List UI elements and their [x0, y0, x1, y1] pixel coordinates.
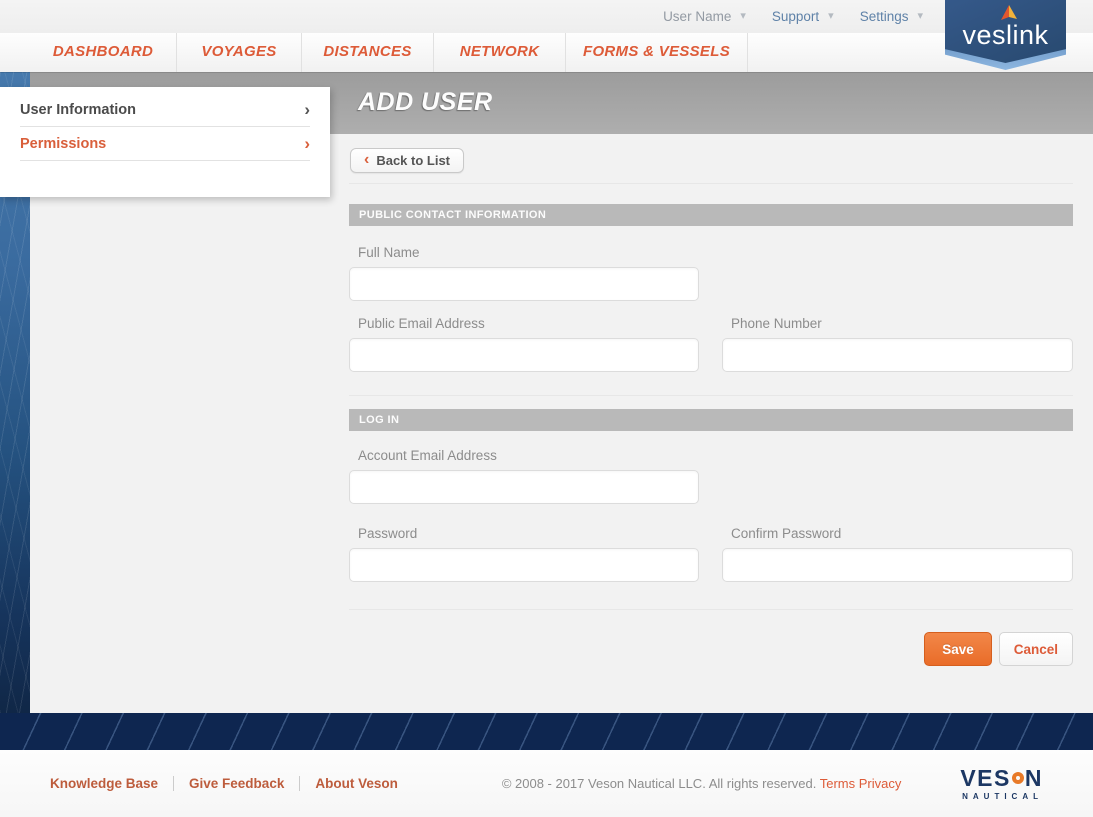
confirm-password-field[interactable]	[722, 548, 1073, 582]
user-menu[interactable]: User Name ▾	[663, 9, 746, 24]
password-row-labels: Password Confirm Password	[349, 526, 1073, 541]
tab-distances[interactable]: DISTANCES	[302, 33, 434, 72]
form-actions: Save Cancel	[349, 632, 1073, 666]
veson-nautical-logo: VES N NAUTICAL	[960, 767, 1043, 801]
settings-menu-label: Settings	[860, 9, 909, 24]
user-menu-label: User Name	[663, 9, 731, 24]
save-button[interactable]: Save	[924, 632, 992, 666]
navy-stripe-band	[0, 713, 1093, 750]
flyout-item-label: User Information	[20, 102, 136, 118]
section-flyout-menu: User Information › Permissions ›	[0, 87, 330, 197]
support-menu-label: Support	[772, 9, 819, 24]
public-email-field[interactable]	[349, 338, 699, 372]
phone-number-col	[722, 331, 1073, 372]
chevron-down-icon: ▾	[740, 11, 746, 22]
phone-number-field[interactable]	[722, 338, 1073, 372]
password-field[interactable]	[349, 548, 699, 582]
veslink-logo[interactable]: veslink	[945, 0, 1066, 72]
full-name-label: Full Name	[349, 245, 1073, 260]
about-veson-link[interactable]: About Veson	[300, 776, 413, 791]
main-area: ADD USER User Information › Permissions …	[0, 72, 1093, 713]
section-header-log-in: LOG IN	[349, 409, 1073, 431]
account-email-field[interactable]	[349, 470, 699, 504]
flyout-item-permissions[interactable]: Permissions ›	[20, 127, 310, 161]
copyright-text: © 2008 - 2017 Veson Nautical LLC. All ri…	[413, 776, 960, 791]
privacy-link[interactable]: Privacy	[859, 776, 902, 791]
password-col	[349, 541, 699, 582]
settings-menu[interactable]: Settings ▾	[860, 9, 923, 24]
full-name-field[interactable]	[349, 267, 699, 301]
flyout-item-user-information[interactable]: User Information ›	[20, 93, 310, 127]
password-label: Password	[349, 526, 699, 541]
footer: Knowledge Base Give Feedback About Veson…	[0, 750, 1093, 817]
chevron-down-icon: ▾	[917, 11, 923, 22]
main-navigation: DASHBOARD VOYAGES DISTANCES NETWORK FORM…	[0, 33, 1093, 72]
confirm-password-label: Confirm Password	[722, 526, 1073, 541]
cancel-button[interactable]: Cancel	[999, 632, 1073, 666]
terms-link[interactable]: Terms	[820, 776, 855, 791]
knowledge-base-link[interactable]: Knowledge Base	[50, 776, 174, 791]
tab-network[interactable]: NETWORK	[434, 33, 566, 72]
contact-row-labels: Public Email Address Phone Number	[349, 316, 1073, 331]
top-bar-menus: User Name ▾ Support ▾ Settings ▾	[663, 0, 923, 33]
nav-left-spacer	[0, 33, 30, 72]
veson-logo-prefix: VES	[960, 767, 1011, 790]
veson-logo-subtext: NAUTICAL	[960, 793, 1043, 801]
phone-number-label: Phone Number	[722, 316, 1073, 331]
tab-forms-vessels[interactable]: FORMS & VESSELS	[566, 33, 748, 72]
support-menu[interactable]: Support ▾	[772, 9, 834, 24]
form-content: ‹ Back to List PUBLIC CONTACT INFORMATIO…	[349, 134, 1073, 666]
tab-dashboard[interactable]: DASHBOARD	[30, 33, 177, 72]
veson-o-swirl-icon	[1012, 772, 1024, 784]
veson-logo-wordmark: VES N	[960, 767, 1043, 790]
section-header-public-contact: PUBLIC CONTACT INFORMATION	[349, 204, 1073, 226]
footer-links: Knowledge Base Give Feedback About Veson	[50, 776, 413, 791]
contact-row-fields	[349, 331, 1073, 372]
public-email-label: Public Email Address	[349, 316, 699, 331]
veson-logo-suffix: N	[1025, 767, 1043, 790]
tab-voyages[interactable]: VOYAGES	[177, 33, 302, 72]
chevron-right-icon: ›	[304, 135, 310, 152]
give-feedback-link[interactable]: Give Feedback	[174, 776, 300, 791]
public-email-col	[349, 331, 699, 372]
chevron-down-icon: ▾	[828, 11, 834, 22]
back-to-list-button[interactable]: ‹ Back to List	[350, 148, 464, 173]
account-email-label: Account Email Address	[349, 448, 1073, 463]
back-to-list-label: Back to List	[376, 153, 450, 168]
confirm-password-col	[722, 541, 1073, 582]
top-bar: User Name ▾ Support ▾ Settings ▾	[0, 0, 1093, 33]
chevron-left-icon: ‹	[364, 152, 369, 168]
chevron-right-icon: ›	[304, 101, 310, 118]
divider	[349, 395, 1073, 396]
divider	[349, 183, 1073, 184]
flyout-item-label: Permissions	[20, 136, 106, 152]
password-row-fields	[349, 541, 1073, 582]
veslink-logo-text: veslink	[945, 20, 1066, 51]
copyright-notice: © 2008 - 2017 Veson Nautical LLC. All ri…	[502, 776, 817, 791]
back-row: ‹ Back to List	[349, 134, 1073, 173]
divider	[349, 609, 1073, 610]
